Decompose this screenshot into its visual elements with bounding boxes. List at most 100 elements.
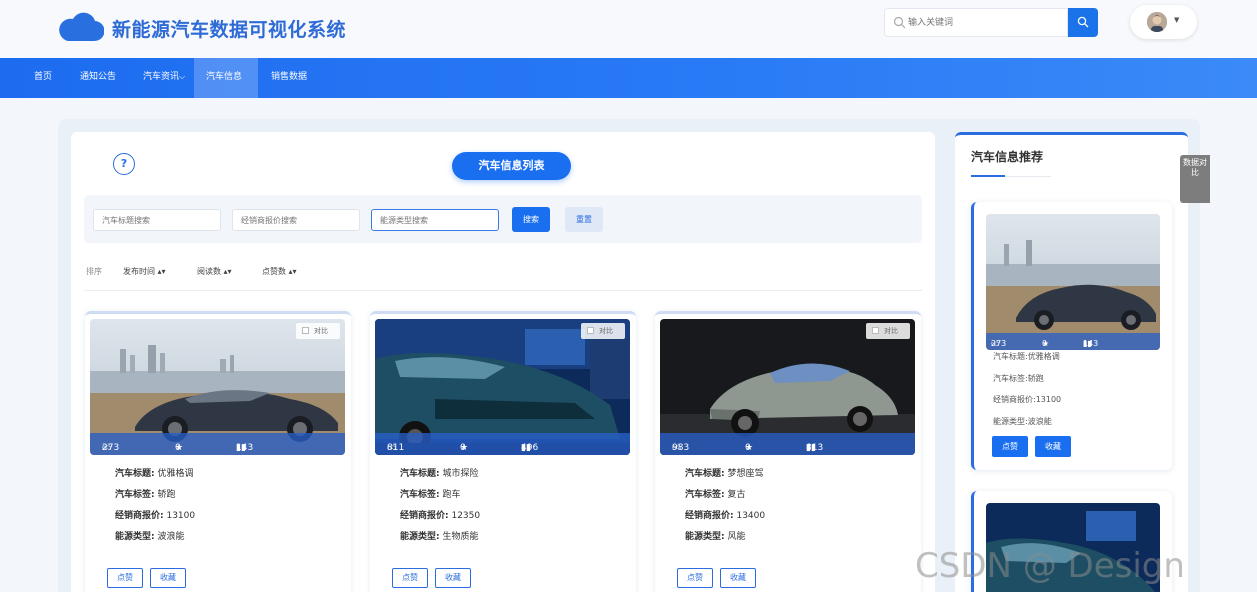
stars-count-value: 0 — [1042, 339, 1048, 348]
compare-side-tab[interactable]: 数据对比 — [1180, 155, 1210, 203]
title-search-input[interactable] — [93, 209, 221, 231]
field-label: 能源类型: — [685, 532, 725, 542]
search-icon — [1077, 16, 1089, 28]
collect-button[interactable]: 收藏 — [720, 568, 756, 588]
likes-count-value: 273 — [102, 443, 120, 453]
car-energy: 波浪能 — [157, 532, 185, 542]
sort-publish-time[interactable]: 发布时间 ▴▾ — [123, 266, 166, 277]
search-button[interactable] — [1068, 8, 1098, 37]
filter-reset-button[interactable]: 重置 — [565, 207, 603, 232]
divider — [84, 290, 922, 291]
car-price-line: 经销商报价: 12350 — [400, 508, 480, 521]
stars-count-value: 0 — [460, 443, 466, 453]
views-count-value: 143 — [236, 443, 254, 453]
nav-item-news[interactable]: 汽车资讯⌵ — [131, 58, 197, 98]
title-underline — [971, 175, 1005, 177]
field-label: 汽车标题: — [115, 469, 155, 479]
field-label: 汽车标题: — [685, 469, 725, 479]
sort-item-label: 发布时间 — [123, 267, 155, 276]
car-title-line: 汽车标题:优雅格调 — [993, 352, 1060, 361]
nav-item-home[interactable]: 首页 — [22, 58, 64, 98]
car-tag-line: 汽车标签: 复古 — [685, 487, 746, 500]
sort-views[interactable]: 阅读数 ▴▾ — [197, 266, 232, 277]
nav-item-car-info[interactable]: 汽车信息 — [194, 58, 258, 98]
car-price: 13100 — [166, 511, 196, 521]
stars-count-value: 0 — [745, 443, 751, 453]
car-card[interactable]: 对比 👍︎ 811 ★ 0 ▮▮ 496 汽车标题: 城市探险 汽车标签: 跑车 … — [370, 311, 636, 592]
views-count-value: 143 — [1083, 339, 1099, 348]
sort-label: 排序 — [86, 267, 102, 276]
recommend-title: 汽车信息推荐 — [971, 150, 1044, 164]
collect-button[interactable]: 收藏 — [435, 568, 471, 588]
car-title-line: 汽车标题: 城市探险 — [400, 466, 479, 479]
car-tag: 复古 — [727, 490, 746, 500]
page-title: 汽车信息列表 — [452, 152, 571, 180]
like-button[interactable]: 点赞 — [392, 568, 428, 588]
car-card[interactable]: 对比 👍︎ 983 ★ 0 ▮▮ 813 汽车标题: 梦想座驾 汽车标签: 复古 … — [655, 311, 921, 592]
title-underline-track — [1005, 176, 1051, 177]
compare-checkbox[interactable]: 对比 — [866, 323, 910, 339]
compare-label: 对比 — [314, 327, 328, 335]
search-input[interactable] — [908, 14, 1058, 32]
car-price: 12350 — [451, 511, 481, 521]
compare-checkbox[interactable]: 对比 — [296, 323, 340, 339]
field-label: 汽车标签: — [115, 490, 155, 500]
chevron-down-icon: ⌵ — [179, 72, 186, 81]
car-price-line: 经销商报价:13100 — [993, 395, 1062, 404]
car-price-line: 经销商报价: 13100 — [115, 508, 195, 521]
likes-count-value: 983 — [672, 443, 690, 453]
like-button[interactable]: 点赞 — [107, 568, 143, 588]
nav-item-sales[interactable]: 销售数据 — [259, 58, 319, 98]
nav-item-news-label: 汽车资讯 — [143, 72, 180, 82]
car-energy: 生物质能 — [442, 532, 479, 542]
filter-search-button[interactable]: 搜索 — [512, 207, 550, 232]
field-label: 经销商报价: — [115, 511, 164, 521]
car-stats-bar: 👍︎ 983 ★ 0 ▮▮ 813 — [660, 433, 915, 455]
recommend-collect-button[interactable]: 收藏 — [1035, 436, 1071, 457]
price-search-input[interactable] — [232, 209, 360, 231]
stars-count-value: 0 — [175, 443, 181, 453]
car-image[interactable]: 👍︎ 273 ★ 0 ▮▮ 143 — [986, 214, 1160, 350]
car-image[interactable]: 对比 👍︎ 983 ★ 0 ▮▮ 813 — [660, 319, 915, 455]
field-label: 经销商报价: — [685, 511, 734, 521]
field-label: 能源类型: — [115, 532, 155, 542]
compare-checkbox[interactable]: 对比 — [581, 323, 625, 339]
nav-item-notice[interactable]: 通知公告 — [68, 58, 128, 98]
main-nav: 首页 通知公告 汽车资讯⌵ 汽车信息 销售数据 — [0, 58, 1257, 98]
sort-likes[interactable]: 点赞数 ▴▾ — [262, 266, 297, 277]
car-title-line: 汽车标题: 优雅格调 — [115, 466, 194, 479]
car-image[interactable]: 对比 👍︎ 273 ★ 0 ▮▮ 143 — [90, 319, 345, 455]
field-label: 汽车标题: — [400, 469, 440, 479]
views-count-value: 496 — [521, 443, 539, 453]
search-icon — [893, 16, 906, 29]
car-tag-line: 汽车标签: 轿跑 — [115, 487, 176, 500]
recommend-card[interactable]: 👍︎ 273 ★ 0 ▮▮ 143 汽车标题:优雅格调 汽车标签:轿跑 经销商报价… — [971, 202, 1172, 470]
field-label: 经销商报价: — [400, 511, 449, 521]
car-image[interactable]: 对比 👍︎ 811 ★ 0 ▮▮ 496 — [375, 319, 630, 455]
field-label: 能源类型: — [400, 532, 440, 542]
search-box — [884, 8, 1068, 37]
car-title: 优雅格调 — [157, 469, 194, 479]
energy-search-input[interactable] — [371, 209, 499, 231]
recommend-like-button[interactable]: 点赞 — [992, 436, 1028, 457]
chevron-down-icon: ▼ — [1174, 16, 1180, 24]
car-card[interactable]: 对比 👍︎ 273 ★ 0 ▮▮ 143 汽车标题: 优雅格调 汽车标签: 轿跑 … — [85, 311, 351, 592]
sort-item-label: 点赞数 — [262, 267, 286, 276]
car-energy: 风能 — [727, 532, 746, 542]
like-button[interactable]: 点赞 — [677, 568, 713, 588]
car-stats-bar: 👍︎ 273 ★ 0 ▮▮ 143 — [986, 333, 1160, 350]
cloud-logo-icon — [59, 12, 104, 42]
avatar — [1147, 12, 1167, 32]
compare-checkbox-box — [302, 327, 309, 334]
user-menu[interactable]: ▼ — [1130, 5, 1197, 39]
top-header: 新能源汽车数据可视化系统 ▼ — [0, 0, 1257, 58]
collect-button[interactable]: 收藏 — [150, 568, 186, 588]
compare-checkbox-box — [587, 327, 594, 334]
car-energy-line: 能源类型:波浪能 — [993, 417, 1052, 426]
car-title: 梦想座驾 — [727, 469, 764, 479]
car-energy-line: 能源类型: 风能 — [685, 529, 746, 542]
compare-label: 对比 — [599, 327, 613, 335]
field-label: 汽车标签: — [685, 490, 725, 500]
car-title-line: 汽车标题: 梦想座驾 — [685, 466, 764, 479]
help-icon[interactable]: ? — [113, 153, 135, 175]
